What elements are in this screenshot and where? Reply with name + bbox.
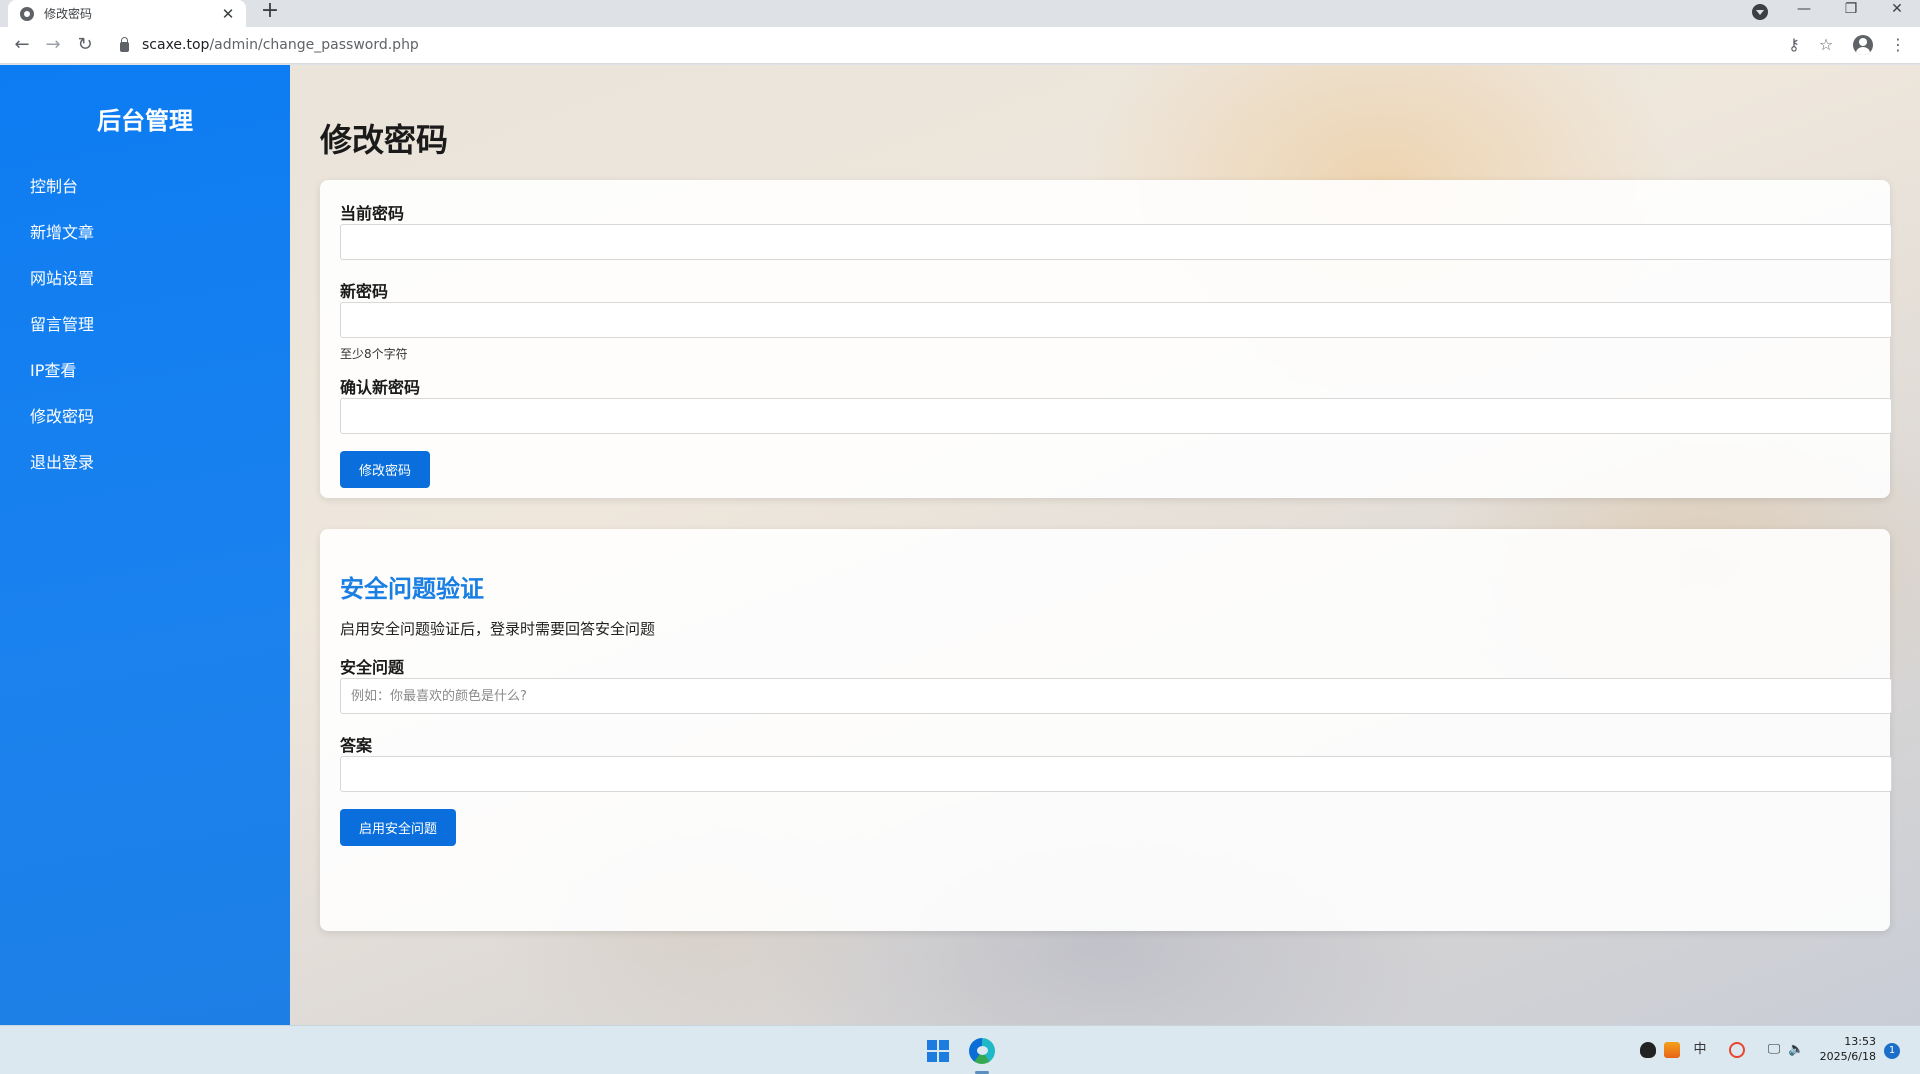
window-close-button[interactable]: ✕ xyxy=(1877,0,1917,20)
bookmark-star-icon[interactable]: ☆ xyxy=(1813,32,1839,58)
ime-icon[interactable]: 中 xyxy=(1692,1042,1708,1058)
page-viewport: 后台管理 控制台 新增文章 网站设置 留言管理 IP查看 修改密码 退出登录 修… xyxy=(0,65,1920,1025)
window-restore-button[interactable]: ❐ xyxy=(1831,0,1871,20)
main-content: 修改密码 当前密码 新密码 至少8个字符 确认新密码 修改密码 安全问题验证 启… xyxy=(320,65,1892,1025)
huorong-icon[interactable] xyxy=(1664,1042,1680,1058)
sidebar-title: 后台管理 xyxy=(97,107,193,135)
sogou-icon[interactable] xyxy=(1729,1042,1745,1058)
sidebar-item-logout[interactable]: 退出登录 xyxy=(30,449,94,473)
back-button[interactable]: ← xyxy=(9,32,35,58)
clock-date: 2025/6/18 xyxy=(1819,1050,1876,1063)
network-icon[interactable]: 🖵 xyxy=(1766,1042,1782,1058)
tab-close-icon[interactable]: ✕ xyxy=(220,6,236,22)
security-question-label: 安全问题 xyxy=(340,658,405,677)
security-question-card: 安全问题验证 启用安全问题验证后，登录时需要回答安全问题 安全问题 答案 启用安… xyxy=(320,529,1892,931)
reload-button[interactable]: ↻ xyxy=(72,32,98,58)
current-password-input[interactable] xyxy=(340,224,1892,260)
admin-sidebar: 后台管理 控制台 新增文章 网站设置 留言管理 IP查看 修改密码 退出登录 xyxy=(0,65,290,1025)
browser-tab[interactable]: 修改密码 ✕ xyxy=(8,0,246,27)
browser-menu-icon[interactable]: ⋮ xyxy=(1885,32,1911,58)
site-favicon-icon xyxy=(20,6,34,21)
security-section-description: 启用安全问题验证后，登录时需要回答安全问题 xyxy=(340,620,656,638)
edge-icon[interactable] xyxy=(969,1038,995,1064)
security-answer-input[interactable] xyxy=(340,756,1892,792)
forward-button[interactable]: → xyxy=(40,32,66,58)
clock-time: 13:53 xyxy=(1844,1035,1876,1048)
lock-icon[interactable] xyxy=(120,36,129,52)
password-key-icon[interactable]: ⚷ xyxy=(1781,32,1807,58)
sidebar-item-site-settings[interactable]: 网站设置 xyxy=(30,265,94,289)
url-path: /admin/change_password.php xyxy=(209,37,419,53)
new-password-hint: 至少8个字符 xyxy=(340,347,408,361)
sidebar-item-comments[interactable]: 留言管理 xyxy=(30,311,94,335)
security-question-input[interactable] xyxy=(340,678,1892,714)
sidebar-item-change-password[interactable]: 修改密码 xyxy=(30,403,94,427)
change-password-card: 当前密码 新密码 至少8个字符 确认新密码 修改密码 xyxy=(320,180,1892,498)
tab-title: 修改密码 xyxy=(44,7,93,21)
taskbar-clock[interactable]: 13:53 2025/6/18 xyxy=(1816,1034,1876,1064)
notification-badge[interactable]: 1 xyxy=(1884,1043,1900,1059)
page-title: 修改密码 xyxy=(320,121,449,159)
new-password-input[interactable] xyxy=(340,302,1892,338)
confirm-password-input[interactable] xyxy=(340,398,1892,434)
os-taskbar: 中 🖵 🔈 13:53 2025/6/18 1 xyxy=(0,1025,1920,1074)
address-bar[interactable]: scaxe.top/admin/change_password.php xyxy=(110,31,1792,59)
sidebar-item-ip-view[interactable]: IP查看 xyxy=(30,357,76,381)
url-host: scaxe.top xyxy=(142,37,210,53)
confirm-password-label: 确认新密码 xyxy=(340,378,421,397)
enable-security-question-button[interactable]: 启用安全问题 xyxy=(340,809,457,846)
current-password-label: 当前密码 xyxy=(340,204,405,223)
windows-start-icon[interactable] xyxy=(927,1040,949,1062)
window-minimize-button[interactable]: — xyxy=(1784,0,1824,20)
browser-toolbar: ← → ↻ scaxe.top/admin/change_password.ph… xyxy=(0,27,1920,64)
security-section-title: 安全问题验证 xyxy=(340,575,484,603)
profile-avatar-icon[interactable] xyxy=(1853,35,1873,55)
sidebar-item-new-article[interactable]: 新增文章 xyxy=(30,219,94,243)
sidebar-item-dashboard[interactable]: 控制台 xyxy=(30,173,78,197)
new-tab-button[interactable]: + xyxy=(258,0,282,24)
new-password-label: 新密码 xyxy=(340,282,389,301)
qq-icon[interactable] xyxy=(1640,1042,1656,1058)
browser-tab-strip: 修改密码 ✕ + — ❐ ✕ xyxy=(0,0,1920,27)
tab-search-dropdown-icon[interactable] xyxy=(1752,4,1768,20)
change-password-button[interactable]: 修改密码 xyxy=(340,451,431,488)
volume-icon[interactable]: 🔈 xyxy=(1788,1042,1804,1058)
security-answer-label: 答案 xyxy=(340,736,373,755)
